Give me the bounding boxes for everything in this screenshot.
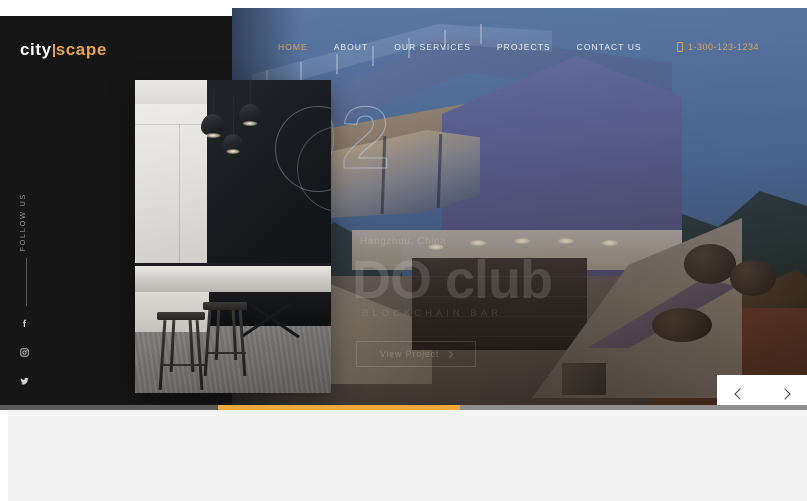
slider-controls: [717, 375, 807, 405]
kitchen-counter: [135, 266, 331, 292]
social-link-instagram[interactable]: [19, 347, 30, 358]
chevron-right-icon: [778, 388, 791, 400]
chevron-left-icon: [733, 388, 746, 400]
brand-name-light: city: [20, 40, 52, 59]
chevron-right-icon: [446, 350, 454, 358]
social-links: [19, 318, 30, 387]
top-strip: [0, 0, 807, 8]
slider-progress-fill: [217, 405, 460, 410]
main-navigation: HOME ABOUT OUR SERVICES PROJECTS CONTACT…: [278, 42, 642, 52]
slider-progress-track[interactable]: [0, 405, 807, 410]
slider-prev-button[interactable]: [717, 375, 762, 405]
phone-number: 1-300-123-1234: [687, 42, 759, 52]
logo-accent-mark: [52, 44, 55, 57]
social-link-facebook[interactable]: [19, 318, 30, 329]
nav-item-home[interactable]: HOME: [278, 42, 308, 52]
view-project-label: View Project: [379, 349, 440, 359]
phone-icon: [676, 42, 683, 52]
view-project-button[interactable]: View Project: [356, 341, 476, 367]
follow-us-label: FOLLOW US: [18, 193, 27, 252]
brand-logo[interactable]: city scape: [20, 40, 107, 60]
social-link-twitter[interactable]: [19, 376, 30, 387]
nav-item-our-services[interactable]: OUR SERVICES: [394, 42, 471, 52]
progress-track-dark: [0, 405, 232, 410]
nav-item-contact-us[interactable]: CONTACT US: [577, 42, 642, 52]
brand-name-accent: scape: [55, 40, 107, 59]
instagram-icon: [20, 348, 29, 357]
bar-stool: [157, 312, 205, 391]
page-root: 02 Hangzhou, China DO club BLOCKCHAIN BA…: [0, 0, 807, 501]
nav-item-about[interactable]: ABOUT: [334, 42, 369, 52]
pendant-lamp: [223, 94, 243, 156]
twitter-icon: [20, 377, 29, 385]
interior-photo-card: [135, 80, 331, 393]
pendant-lamp: [201, 86, 225, 138]
garage-door: [412, 258, 587, 350]
content-placeholder: [8, 410, 807, 501]
follow-divider: [26, 258, 27, 306]
facebook-icon: [23, 319, 27, 328]
kitchen-light-wall: [135, 80, 209, 272]
contact-phone[interactable]: 1-300-123-1234: [676, 42, 759, 52]
hero-slider: 02 Hangzhou, China DO club BLOCKCHAIN BA…: [0, 8, 807, 405]
slider-next-button[interactable]: [762, 375, 807, 405]
mailbox: [562, 363, 606, 395]
kitchen-upper-wall: [135, 80, 209, 104]
nav-item-projects[interactable]: PROJECTS: [497, 42, 551, 52]
bar-stool: [203, 302, 247, 377]
page-body-below: [0, 410, 807, 501]
